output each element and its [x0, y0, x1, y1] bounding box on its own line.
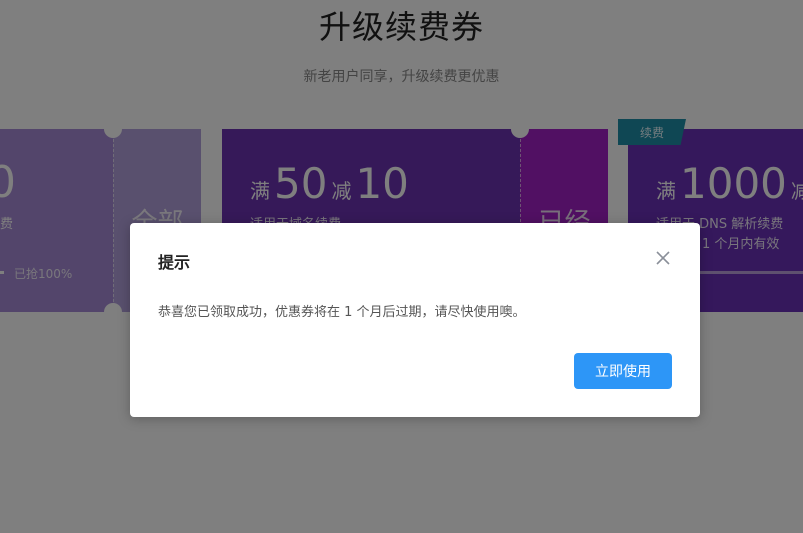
- close-icon-glyph: [656, 251, 670, 265]
- use-now-button[interactable]: 立即使用: [574, 353, 672, 389]
- dialog-title: 提示: [158, 253, 191, 272]
- close-icon[interactable]: [654, 249, 672, 267]
- notice-dialog: 提示 恭喜您已领取成功，优惠券将在 1 个月后过期，请尽快使用噢。 立即使用: [130, 223, 700, 417]
- dialog-message: 恭喜您已领取成功，优惠券将在 1 个月后过期，请尽快使用噢。: [158, 305, 526, 320]
